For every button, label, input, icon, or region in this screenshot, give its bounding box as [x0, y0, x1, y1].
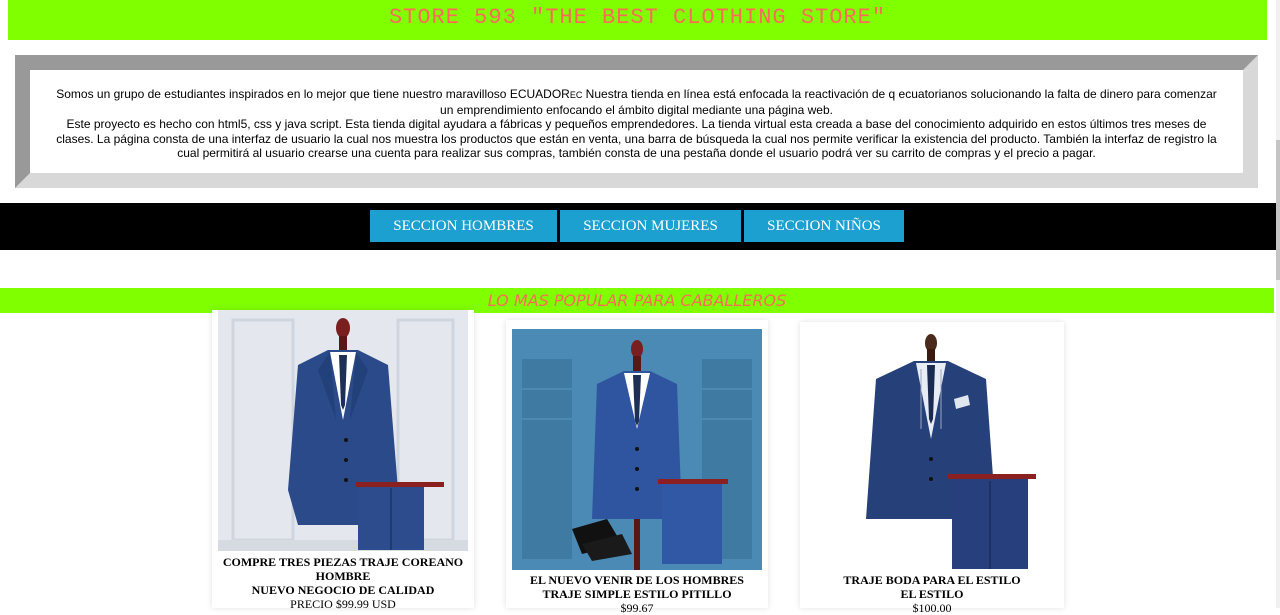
about-paragraph-2: Este proyecto es hecho con html5, css y … — [56, 117, 1217, 161]
product-title-line-2: EL ESTILO — [900, 587, 964, 601]
site-header: STORE 593 "THE BEST CLOTHING STORE" — [8, 0, 1267, 40]
country-code: EC — [569, 90, 583, 100]
kids-section-button[interactable]: SECCION NIÑOS — [744, 210, 904, 242]
product-price: PRECIO $99.99 USD — [290, 597, 396, 611]
product-card[interactable]: COMPRE TRES PIEZAS TRAJE COREANO HOMBRE … — [212, 310, 474, 611]
product-card[interactable]: TRAJE BODA PARA EL ESTILO EL ESTILO $100… — [800, 322, 1064, 615]
product-image-suit[interactable] — [512, 329, 762, 570]
about-text: Somos un grupo de estudiantes inspirados… — [30, 87, 1243, 161]
product-title-line-1: EL NUEVO VENIR DE LOS HOMBRES — [530, 573, 744, 587]
product-title-line-1: TRAJE BODA PARA EL ESTILO — [843, 573, 1021, 587]
scrollbar[interactable] — [1276, 0, 1280, 608]
product-title-line-2: TRAJE SIMPLE ESTILO PITILLO — [542, 587, 732, 601]
about-paragraph-1: Somos un grupo de estudiantes inspirados… — [50, 87, 1223, 117]
women-section-button[interactable]: SECCION MUJERES — [560, 210, 741, 242]
scrollbar-thumb[interactable] — [1276, 140, 1280, 280]
section-nav: SECCION HOMBRES SECCION MUJERES SECCION … — [0, 203, 1276, 250]
men-section-button[interactable]: SECCION HOMBRES — [370, 210, 557, 242]
about-section: Somos un grupo de estudiantes inspirados… — [15, 55, 1258, 188]
product-image-suit[interactable] — [218, 310, 468, 551]
product-title-line-1: COMPRE TRES PIEZAS TRAJE COREANO — [222, 555, 464, 569]
product-title-line-3: NUEVO NEGOCIO DE CALIDAD — [251, 583, 435, 597]
product-image-suit[interactable] — [806, 329, 1058, 572]
popular-title: LO MAS POPULAR PARA CABALLEROS — [487, 291, 787, 310]
about-text-part: Somos un grupo de estudiantes inspirados… — [56, 87, 570, 101]
product-price: $100.00 — [912, 601, 952, 615]
popular-banner: LO MAS POPULAR PARA CABALLEROS — [0, 288, 1274, 313]
product-card[interactable]: EL NUEVO VENIR DE LOS HOMBRES TRAJE SIMP… — [506, 320, 768, 615]
store-title: STORE 593 "THE BEST CLOTHING STORE" — [388, 5, 887, 30]
product-title-line-2: HOMBRE — [315, 569, 371, 583]
product-price: $99.67 — [620, 601, 654, 615]
